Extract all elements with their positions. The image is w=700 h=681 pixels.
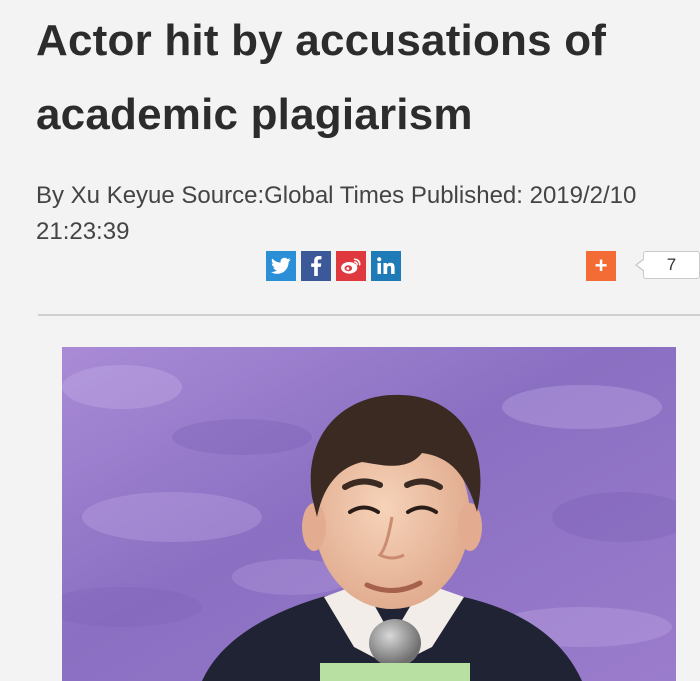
facebook-icon <box>311 256 322 276</box>
more-share-button[interactable]: + <box>586 251 616 281</box>
twitter-share-button[interactable] <box>266 251 296 281</box>
article-byline: By Xu Keyue Source:Global Times Publishe… <box>36 182 637 245</box>
share-count: 7 <box>635 251 700 279</box>
twitter-icon <box>271 257 291 274</box>
actor-photo-image <box>62 347 676 681</box>
weibo-icon <box>341 258 361 274</box>
weibo-share-button[interactable] <box>336 251 366 281</box>
linkedin-share-button[interactable] <box>371 251 401 281</box>
facebook-share-button[interactable] <box>301 251 331 281</box>
article-photo <box>62 347 676 681</box>
share-bar <box>266 251 401 281</box>
article-page: Actor hit by accusations of academic pla… <box>0 0 700 681</box>
linkedin-icon <box>377 257 395 274</box>
divider <box>38 314 700 316</box>
article-headline: Actor hit by accusations of academic pla… <box>36 16 607 139</box>
